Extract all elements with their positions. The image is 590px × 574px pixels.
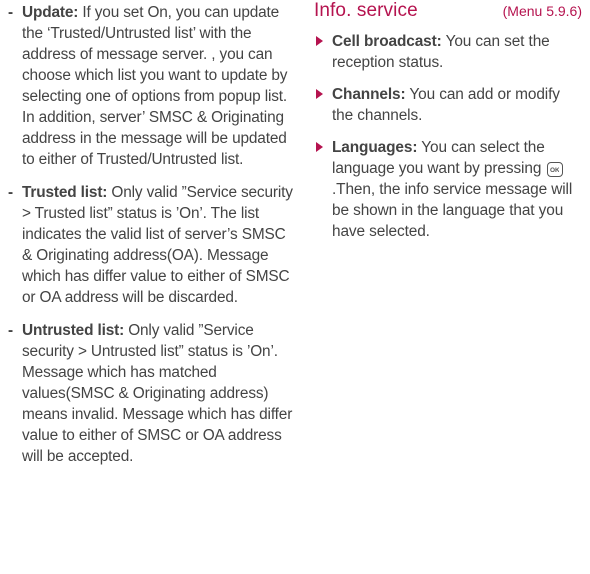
term-untrusted-list: Untrusted list: [22,322,125,339]
term-languages: Languages: [332,139,418,156]
section-header: Info. service (Menu 5.9.6) [314,0,584,22]
triangle-bullet-icon [316,89,323,99]
list-dash: - [8,184,13,201]
term-cell-broadcast: Cell broadcast: [332,33,442,50]
list-dash: - [8,322,13,339]
left-column: - Update: If you set On, you can update … [8,2,294,479]
triangle-bullet-icon [316,142,323,152]
list-item-trusted-list: - Trusted list: Only valid ”Service secu… [8,182,294,308]
bullet-channels: Channels: You can add or modify the chan… [314,84,584,126]
list-item-update: - Update: If you set On, you can update … [8,2,294,170]
description-languages-part2: .Then, the info service message will be … [332,181,573,240]
description-trusted-list: Only valid ”Service security > Trusted l… [22,184,293,306]
right-column: Info. service (Menu 5.9.6) Cell broadcas… [314,0,584,253]
list-dash: - [8,4,13,21]
ok-key-icon: OK [547,162,564,177]
bullet-languages: Languages: You can select the language y… [314,137,584,242]
term-trusted-list: Trusted list: [22,184,108,201]
term-update: Update: [22,4,79,21]
menu-reference: (Menu 5.9.6) [502,3,582,19]
description-update: If you set On, you can update the ‘Trust… [22,4,288,168]
list-item-untrusted-list: - Untrusted list: Only valid ”Service se… [8,320,294,467]
bullet-cell-broadcast: Cell broadcast: You can set the receptio… [314,31,584,73]
svg-text:OK: OK [550,167,559,173]
description-untrusted-list: Only valid ”Service security > Untrusted… [22,322,293,465]
triangle-bullet-icon [316,36,323,46]
section-heading: Info. service [314,0,418,21]
term-channels: Channels: [332,86,406,103]
